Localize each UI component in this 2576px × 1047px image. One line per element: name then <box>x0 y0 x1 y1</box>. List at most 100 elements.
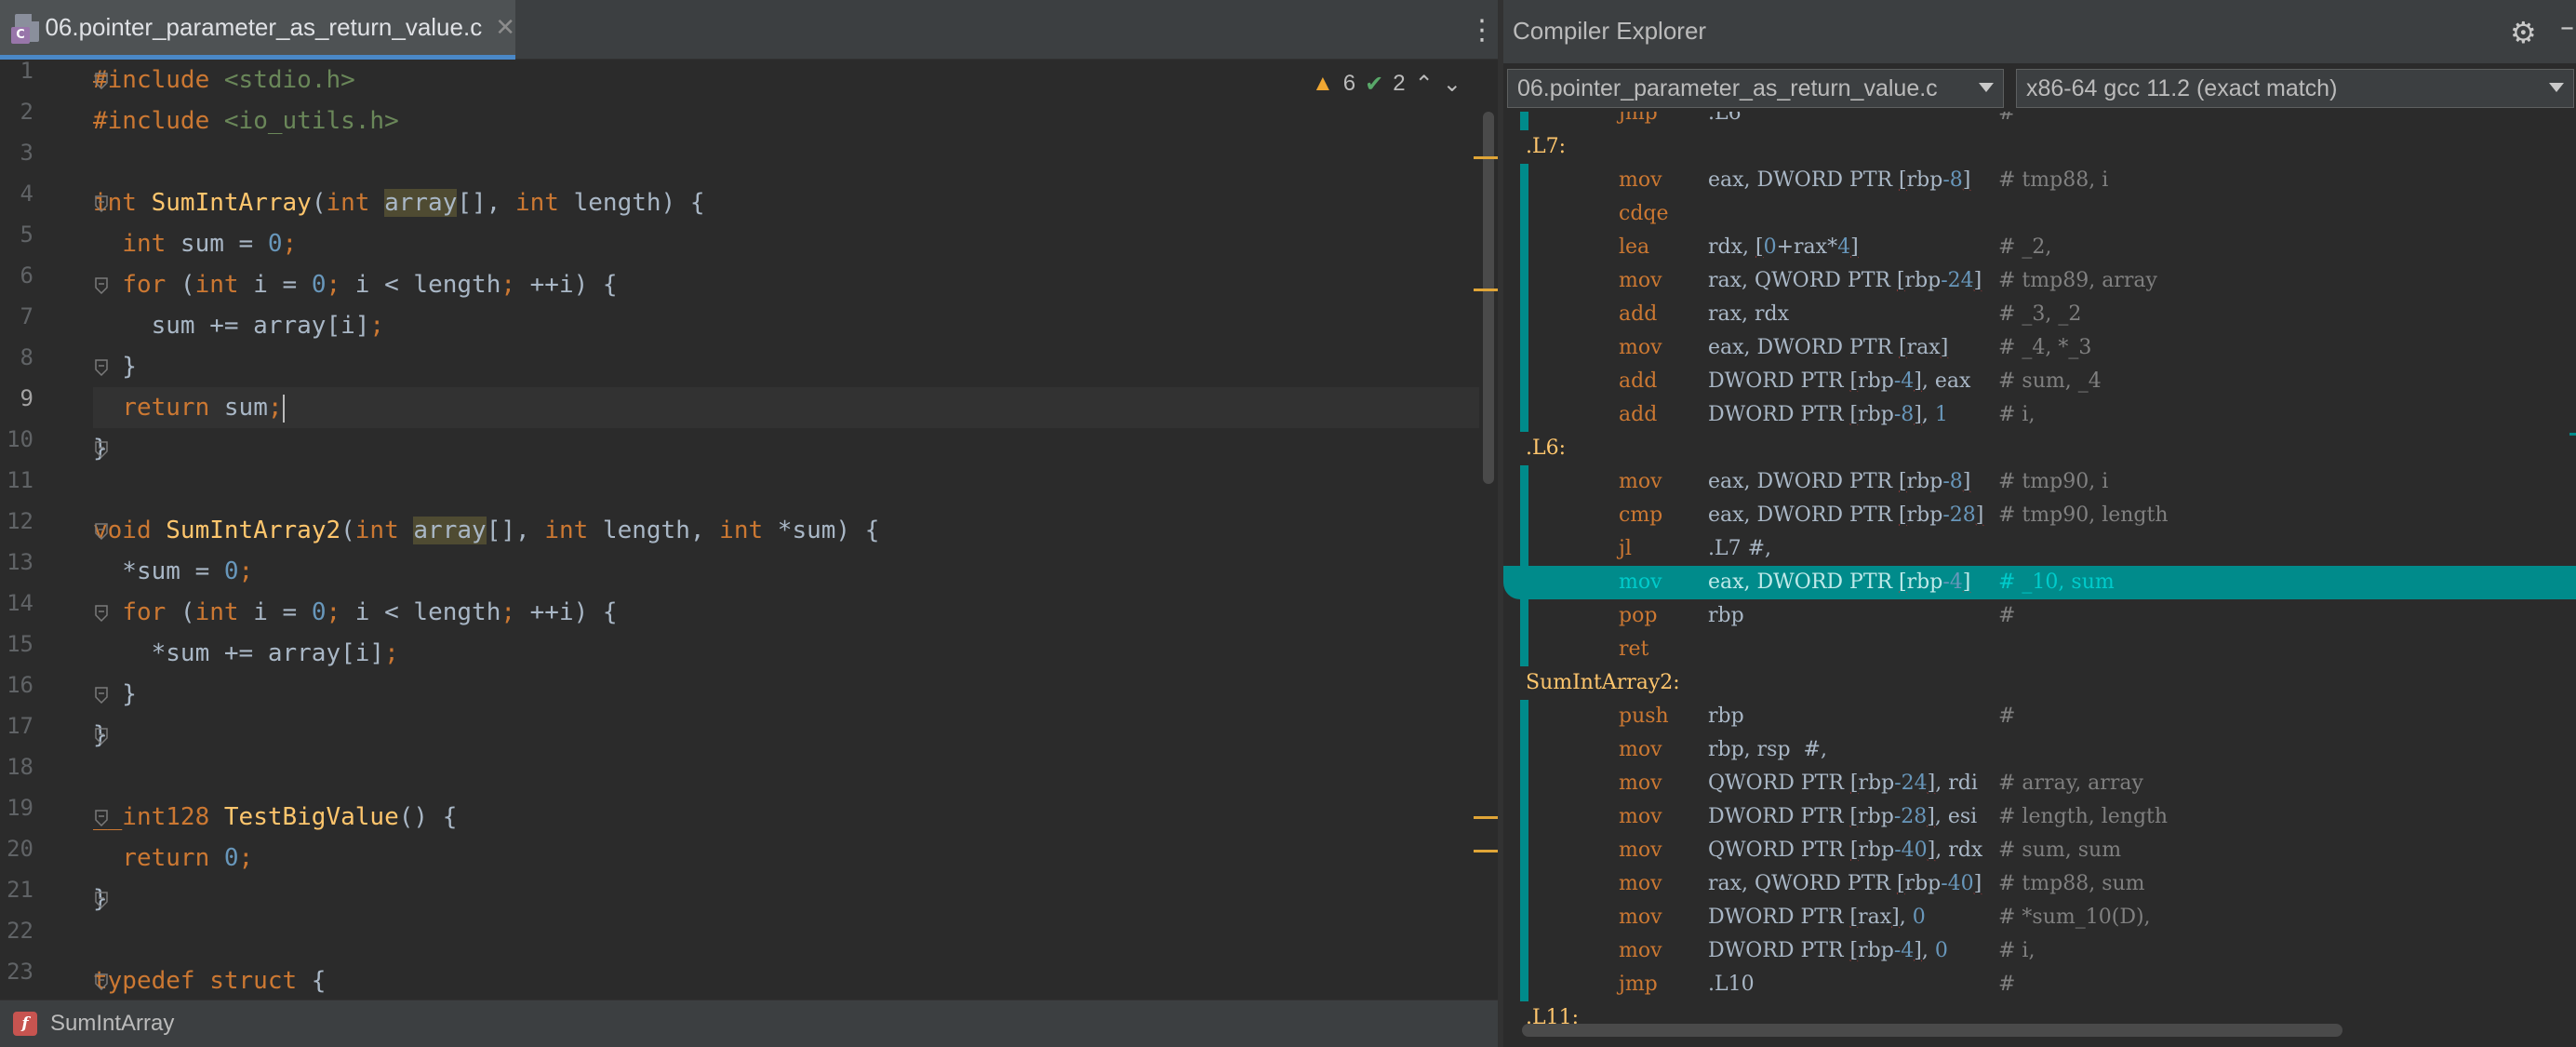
inspection-widget[interactable]: ▲ 6 ✔ 2 ⌃ ⌄ <box>1312 67 1462 101</box>
warning-marker[interactable] <box>1474 289 1498 291</box>
warning-marker[interactable] <box>1474 816 1498 819</box>
asm-row[interactable]: add rax, rdx # _3, _2 <box>1503 298 2576 331</box>
assembly-output[interactable]: jmp .L6 # .L7: mov eax, DWORD PTR [rbp-8] # tm… <box>1503 112 2576 1033</box>
source-file-select[interactable]: 06.pointer_parameter_as_return_value.c <box>1507 69 2004 108</box>
asm-label: SumIntArray2: <box>1526 671 1680 694</box>
asm-source-bar <box>1520 365 1528 398</box>
asm-mnemonic: mov <box>1619 805 1662 828</box>
asm-source-bar <box>1520 700 1528 733</box>
fold-icon[interactable] <box>95 892 110 908</box>
minimize-icon[interactable]: – <box>2560 11 2574 44</box>
asm-mnemonic: mov <box>1619 570 1662 594</box>
editor-scrollbar[interactable] <box>1483 112 1494 484</box>
asm-row[interactable]: mov eax, DWORD PTR [rbp-8] # tmp90, i <box>1503 465 2576 499</box>
asm-comment: # _3, _2 <box>1998 302 2082 326</box>
code-area[interactable]: #include <stdio.h> #include <io_utils.h>… <box>93 60 1479 1000</box>
asm-operands: eax, DWORD PTR [rbp-8] <box>1708 168 1971 192</box>
asm-operands: .L7 #, <box>1708 537 1772 560</box>
warning-marker[interactable] <box>1474 850 1498 852</box>
fold-icon[interactable] <box>95 810 110 826</box>
asm-source-bar <box>1520 633 1528 666</box>
asm-source-bar <box>1520 231 1528 264</box>
asm-label-row[interactable]: SumIntArray2: <box>1503 666 2576 700</box>
asm-row[interactable]: cmp eax, DWORD PTR [rbp-28] # tmp90, lengt… <box>1503 499 2576 532</box>
text-caret <box>282 394 285 423</box>
asm-row[interactable]: ret <box>1503 633 2576 666</box>
asm-row[interactable]: pop rbp # <box>1503 599 2576 633</box>
asm-mnemonic: mov <box>1619 738 1662 761</box>
asm-row[interactable]: mov QWORD PTR [rbp-24], rdi # array, array <box>1503 767 2576 800</box>
asm-label: .L7: <box>1526 135 1567 158</box>
asm-row[interactable]: mov rbp, rsp #, <box>1503 733 2576 767</box>
asm-row[interactable]: mov rax, QWORD PTR [rbp-24] # tmp89, array <box>1503 264 2576 298</box>
editor-tab[interactable]: C 06.pointer_parameter_as_return_value.c… <box>0 0 515 60</box>
breadcrumb[interactable]: SumIntArray <box>50 1011 174 1037</box>
asm-source-bar <box>1520 465 1528 499</box>
panel-title: Compiler Explorer <box>1513 17 1707 45</box>
asm-label-row[interactable]: .L7: <box>1503 130 2576 164</box>
asm-operands: QWORD PTR [rbp-24], rdi <box>1708 772 1978 795</box>
code-line: #include <stdio.h> <box>93 66 355 94</box>
asm-operands: rdx, [0+rax*4] <box>1708 235 1859 259</box>
line-number: 5 <box>20 221 33 248</box>
asm-operands: DWORD PTR [rbp-4], eax <box>1708 369 1971 393</box>
asm-comment: # i, <box>1998 939 2035 962</box>
line-number: 1 <box>20 58 33 84</box>
fold-icon[interactable] <box>95 728 110 745</box>
asm-row[interactable]: mov rax, QWORD PTR [rbp-40] # tmp88, sum <box>1503 867 2576 901</box>
fold-icon[interactable] <box>95 195 110 212</box>
asm-row[interactable]: add DWORD PTR [rbp-8], 1 # i, <box>1503 398 2576 432</box>
breadcrumb-bar: f SumIntArray <box>0 1000 1498 1047</box>
asm-row[interactable]: push rbp # <box>1503 700 2576 733</box>
asm-comment: # <box>1998 705 2016 728</box>
fold-icon[interactable] <box>95 973 110 990</box>
fold-icon[interactable] <box>95 687 110 704</box>
asm-row[interactable]: cdqe <box>1503 197 2576 231</box>
asm-row-highlighted[interactable]: mov eax, DWORD PTR [rbp-4] # _10, sum <box>1503 566 2576 599</box>
compiler-select[interactable]: x86-64 gcc 11.2 (exact match) <box>2016 69 2574 108</box>
asm-mnemonic: mov <box>1619 872 1662 895</box>
asm-row[interactable]: jl .L7 #, <box>1503 532 2576 566</box>
fold-icon[interactable] <box>95 523 110 540</box>
code-line: return 0; <box>122 844 254 872</box>
asm-comment: # <box>1998 973 2016 996</box>
asm-comment: # tmp89, array <box>1998 269 2157 292</box>
asm-mnemonic: add <box>1619 369 1658 393</box>
asm-row[interactable]: add DWORD PTR [rbp-4], eax # sum, _4 <box>1503 365 2576 398</box>
asm-operands: rax, QWORD PTR [rbp-40] <box>1708 872 1982 895</box>
asm-label-row[interactable]: .L6: <box>1503 432 2576 465</box>
asm-row[interactable]: jmp .L6 # <box>1503 112 2576 130</box>
weak-warning-count: 2 <box>1393 71 1406 96</box>
asm-row[interactable]: mov DWORD PTR [rbp-4], 0 # i, <box>1503 934 2576 968</box>
asm-mnemonic: add <box>1619 302 1658 326</box>
horizontal-scrollbar[interactable] <box>1522 1024 2342 1037</box>
asm-source-bar <box>1520 867 1528 901</box>
asm-comment: # sum, sum <box>1998 839 2122 862</box>
close-tab-icon[interactable]: ✕ <box>495 14 515 42</box>
asm-comment: # tmp88, sum <box>1998 872 2145 895</box>
asm-source-bar <box>1520 532 1528 566</box>
asm-mnemonic: mov <box>1619 906 1662 929</box>
asm-row[interactable]: jmp .L10 # <box>1503 968 2576 1001</box>
asm-row[interactable]: mov eax, DWORD PTR [rbp-8] # tmp88, i <box>1503 164 2576 197</box>
asm-operands: DWORD PTR [rbp-28], esi <box>1708 805 1978 828</box>
fold-icon[interactable] <box>95 73 110 89</box>
line-number: 21 <box>7 877 33 903</box>
gear-icon[interactable]: ⚙ <box>2510 15 2537 50</box>
asm-mnemonic: jl <box>1619 537 1632 560</box>
asm-row[interactable]: mov QWORD PTR [rbp-40], rdx # sum, sum <box>1503 834 2576 867</box>
code-line: void SumIntArray2(int array[], int lengt… <box>93 517 880 544</box>
more-options-icon[interactable]: ⋮ <box>1468 17 1496 45</box>
fold-icon[interactable] <box>95 359 110 376</box>
fold-icon[interactable] <box>95 441 110 458</box>
warning-marker[interactable] <box>1474 156 1498 159</box>
previous-highlight-icon[interactable]: ⌃ <box>1415 71 1434 98</box>
asm-row[interactable]: mov eax, DWORD PTR [rax] # _4, *_3 <box>1503 331 2576 365</box>
fold-icon[interactable] <box>95 277 110 294</box>
asm-row[interactable]: mov DWORD PTR [rbp-28], esi # length, leng… <box>1503 800 2576 834</box>
asm-row[interactable]: mov DWORD PTR [rax], 0 # *sum_10(D), <box>1503 901 2576 934</box>
next-highlight-icon[interactable]: ⌄ <box>1443 71 1462 98</box>
asm-row[interactable]: lea rdx, [0+rax*4] # _2, <box>1503 231 2576 264</box>
fold-icon[interactable] <box>95 605 110 622</box>
code-editor[interactable]: C 06.pointer_parameter_as_return_value.c… <box>0 0 1498 1047</box>
